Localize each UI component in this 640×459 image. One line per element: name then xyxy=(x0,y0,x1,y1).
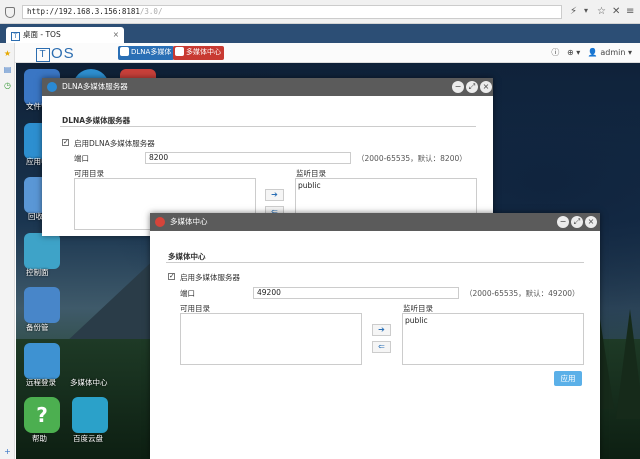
favorites-star-icon[interactable]: ★ xyxy=(3,49,12,58)
tos-top-bar: T OS DLNA多媒体 多媒体中心 ⓘ ⊕ ▾ 👤 admin ▾ xyxy=(0,43,640,63)
top-right-controls: ⓘ ⊕ ▾ 👤 admin ▾ xyxy=(551,48,632,57)
minimize-button[interactable]: − xyxy=(557,216,569,228)
dlna-section-title: DLNA多媒体服务器 xyxy=(62,116,131,125)
media-window-titlebar[interactable]: 多媒体中心 − ⤢ × xyxy=(150,213,600,231)
apply-button[interactable]: 应用 xyxy=(554,371,582,386)
add-dir-button[interactable]: ➔ xyxy=(265,189,284,201)
user-icon: 👤 xyxy=(587,48,598,57)
star-icon[interactable]: ☆ xyxy=(597,6,606,17)
maximize-button[interactable]: ⤢ xyxy=(466,81,478,93)
dlna-window-title: DLNA多媒体服务器 xyxy=(62,82,128,91)
wallpaper-tree xyxy=(616,309,640,419)
add-icon[interactable]: + xyxy=(3,447,12,456)
history-clock-icon[interactable]: ◷ xyxy=(3,81,12,90)
url-input[interactable]: http://192.168.3.156:8181/3.0/ xyxy=(22,5,562,19)
media-center-window: 多媒体中心 − ⤢ × 多媒体中心 ✓ 启用多媒体服务器 端口 49200 （2… xyxy=(150,213,600,459)
baidu-cloud-icon[interactable] xyxy=(72,397,108,433)
list-item[interactable]: public xyxy=(298,181,474,190)
taskbar-dlna[interactable]: DLNA多媒体 xyxy=(118,46,175,60)
media-port-hint: （2000-65535，默认：49200） xyxy=(465,289,580,298)
remove-dir-button[interactable]: ⇐ xyxy=(372,341,391,353)
dlna-port-input[interactable]: 8200 xyxy=(145,152,351,164)
media-section-title: 多媒体中心 xyxy=(168,252,206,261)
media-port-input[interactable]: 49200 xyxy=(253,287,459,299)
control-panel-icon[interactable] xyxy=(24,233,60,269)
bolt-icon[interactable]: ⚡ xyxy=(570,6,577,17)
close-button[interactable]: × xyxy=(480,81,492,93)
remote-login-label[interactable]: 远程登录 xyxy=(26,377,56,388)
media-center-label[interactable]: 多媒体中心 xyxy=(70,377,108,388)
help-label[interactable]: 帮助 xyxy=(32,433,47,444)
enable-dlna-checkbox[interactable]: ✓ xyxy=(62,139,69,146)
port-label: 端口 xyxy=(180,289,195,298)
dlna-window-titlebar[interactable]: DLNA多媒体服务器 − ⤢ × xyxy=(42,78,493,96)
section-divider xyxy=(60,126,476,127)
taskbar-media-center[interactable]: 多媒体中心 xyxy=(173,46,224,60)
info-icon[interactable]: ⓘ xyxy=(551,48,559,57)
enable-media-checkbox[interactable]: ✓ xyxy=(168,273,175,280)
browser-tab[interactable]: T 桌面 - TOS × xyxy=(6,27,124,43)
recycle-bin-label[interactable]: 回收 xyxy=(28,211,43,222)
security-shield-icon[interactable] xyxy=(5,7,15,18)
maximize-button[interactable]: ⤢ xyxy=(571,216,583,228)
browser-tab-strip: T 桌面 - TOS × xyxy=(0,24,640,43)
tab-title: 桌面 - TOS xyxy=(23,30,61,39)
media-window-title: 多媒体中心 xyxy=(170,217,208,226)
remote-login-icon[interactable] xyxy=(24,343,60,379)
add-dir-button[interactable]: ➔ xyxy=(372,324,391,336)
menu-icon[interactable]: ≡ xyxy=(626,6,634,17)
dlna-port-hint: （2000-65535，默认：8200） xyxy=(357,154,467,163)
list-item[interactable]: public xyxy=(405,316,581,325)
media-listening-list[interactable]: public xyxy=(402,313,584,365)
enable-dlna-label: 启用DLNA多媒体服务器 xyxy=(74,139,155,148)
backup-manager-icon[interactable] xyxy=(24,287,60,323)
tos-favicon-icon: T xyxy=(11,32,20,41)
help-icon[interactable]: ? xyxy=(24,397,60,433)
browser-address-bar: http://192.168.3.156:8181/3.0/ ⚡ ▾ ☆ ✕ ≡ xyxy=(0,0,640,24)
dlna-window-icon xyxy=(47,82,57,92)
notes-icon[interactable]: ▤ xyxy=(3,65,12,74)
port-label: 端口 xyxy=(74,154,89,163)
minimize-button[interactable]: − xyxy=(452,81,464,93)
browser-sidebar: ★ ▤ ◷ + xyxy=(0,43,15,459)
tos-logo: T OS xyxy=(36,45,75,62)
globe-icon[interactable]: ⊕ xyxy=(567,48,574,57)
baidu-cloud-label[interactable]: 百度云盘 xyxy=(73,433,103,444)
close-tab-icon[interactable]: ✕ xyxy=(612,6,620,17)
user-menu[interactable]: admin xyxy=(600,48,625,57)
backup-manager-label[interactable]: 备份管 xyxy=(26,322,49,333)
control-panel-label[interactable]: 控制面 xyxy=(26,267,49,278)
media-window-icon xyxy=(155,217,165,227)
tab-close-icon[interactable]: × xyxy=(113,27,119,42)
close-button[interactable]: × xyxy=(585,216,597,228)
dropdown-icon[interactable]: ▾ xyxy=(584,6,588,15)
media-available-list[interactable] xyxy=(180,313,362,365)
dlna-task-icon xyxy=(120,47,129,56)
enable-media-label: 启用多媒体服务器 xyxy=(180,273,240,282)
media-task-icon xyxy=(175,47,184,56)
section-divider xyxy=(166,262,584,263)
